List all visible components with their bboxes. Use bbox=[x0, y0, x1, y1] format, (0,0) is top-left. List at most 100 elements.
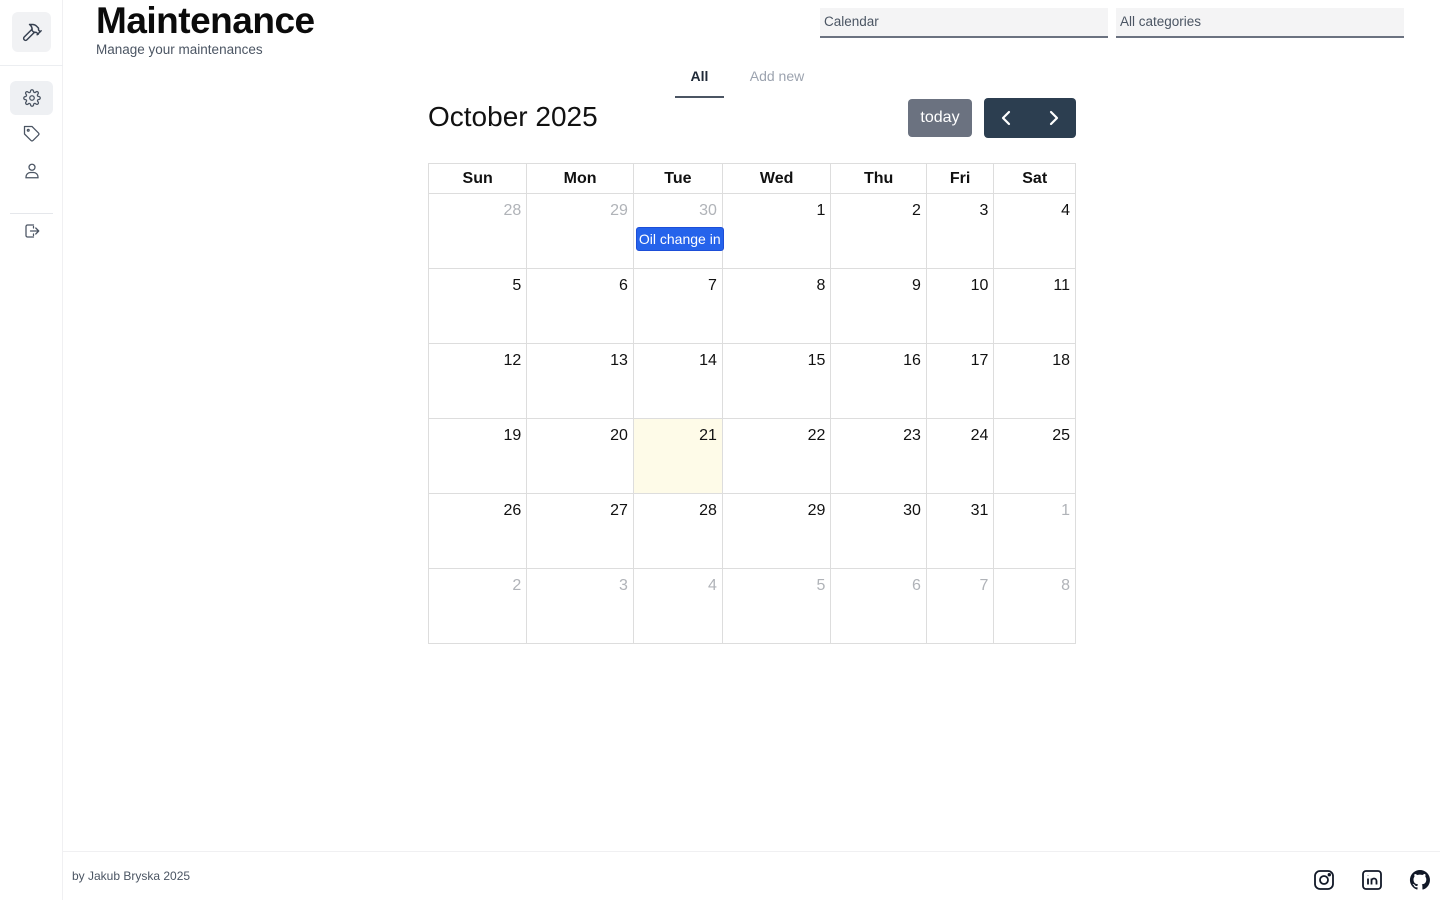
calendar-day[interactable]: 28 bbox=[427, 193, 528, 269]
calendar-day[interactable]: 20 bbox=[526, 418, 634, 494]
sidebar bbox=[0, 0, 63, 900]
calendar-day[interactable]: 22 bbox=[721, 418, 832, 494]
calendar-day[interactable]: 6 bbox=[830, 568, 927, 644]
calendar-day[interactable]: 5 bbox=[721, 568, 832, 644]
instagram-link[interactable] bbox=[1312, 868, 1336, 892]
calendar-day[interactable]: 25 bbox=[993, 418, 1076, 494]
calendar-nav bbox=[984, 98, 1076, 138]
day-number: 28 bbox=[503, 202, 522, 219]
calendar-day[interactable]: 17 bbox=[925, 343, 995, 419]
calendar-day[interactable]: 28 bbox=[632, 493, 723, 569]
today-button[interactable]: today bbox=[908, 99, 972, 137]
calendar-day[interactable]: 9 bbox=[830, 268, 927, 344]
calendar-day[interactable]: 2 bbox=[830, 193, 927, 269]
weekday-header: Wed bbox=[721, 163, 832, 194]
calendar-day[interactable]: 11 bbox=[993, 268, 1076, 344]
calendar-day[interactable]: 29 bbox=[526, 193, 634, 269]
calendar-day[interactable]: 3 bbox=[925, 193, 995, 269]
calendar-day[interactable]: 6 bbox=[526, 268, 634, 344]
day-number: 30 bbox=[903, 502, 921, 519]
tag-icon bbox=[23, 125, 40, 142]
github-link[interactable] bbox=[1408, 868, 1432, 892]
chevron-left-icon bbox=[1001, 110, 1011, 126]
next-month-button[interactable] bbox=[1030, 98, 1076, 138]
calendar-day[interactable]: 29 bbox=[721, 493, 832, 569]
category-select[interactable]: All categories bbox=[1116, 8, 1404, 38]
sidebar-item-profile[interactable] bbox=[10, 154, 53, 188]
page-title: Maintenance bbox=[96, 0, 315, 41]
footer-divider bbox=[63, 851, 1440, 852]
day-number: 8 bbox=[1061, 577, 1070, 594]
calendar-week-row: 12 13 14 15 16 17 18 bbox=[427, 343, 1076, 419]
calendar-day[interactable]: 31 bbox=[925, 493, 995, 569]
sidebar-item-categories[interactable] bbox=[10, 117, 53, 151]
calendar-day[interactable]: 8 bbox=[993, 568, 1076, 644]
day-number: 14 bbox=[699, 352, 717, 369]
prev-month-button[interactable] bbox=[984, 98, 1030, 138]
calendar-day[interactable]: 7 bbox=[632, 268, 723, 344]
weekday-header: Sun bbox=[427, 163, 528, 194]
calendar-day[interactable]: 2 bbox=[427, 568, 528, 644]
calendar-day[interactable]: 7 bbox=[925, 568, 995, 644]
weekday-header: Tue bbox=[632, 163, 723, 194]
day-number: 18 bbox=[1052, 352, 1070, 369]
calendar-day[interactable]: 26 bbox=[427, 493, 528, 569]
weekday-header: Thu bbox=[830, 163, 927, 194]
weekday-header: Sat bbox=[993, 163, 1076, 194]
day-number: 29 bbox=[610, 202, 628, 219]
day-number: 29 bbox=[807, 502, 826, 519]
calendar-day[interactable]: 4 bbox=[632, 568, 723, 644]
sidebar-item-logout[interactable] bbox=[10, 214, 53, 248]
calendar-day[interactable]: 4 bbox=[993, 193, 1076, 269]
day-number: 7 bbox=[707, 277, 717, 294]
calendar-day[interactable]: 24 bbox=[925, 418, 995, 494]
tab-add-new[interactable]: Add new bbox=[742, 68, 812, 98]
day-number: 6 bbox=[911, 577, 921, 594]
tab-all[interactable]: All bbox=[675, 68, 724, 98]
calendar-day[interactable]: 13 bbox=[526, 343, 634, 419]
weekday-header: Mon bbox=[526, 163, 634, 194]
calendar-day[interactable]: 19 bbox=[427, 418, 528, 494]
calendar-day-today[interactable]: 21 bbox=[632, 418, 723, 494]
calendar-day[interactable]: 10 bbox=[925, 268, 995, 344]
calendar-day[interactable]: 5 bbox=[427, 268, 528, 344]
day-number: 4 bbox=[707, 577, 717, 594]
day-number: 27 bbox=[610, 502, 628, 519]
sidebar-item-settings[interactable] bbox=[10, 81, 53, 115]
day-number: 10 bbox=[970, 277, 989, 294]
calendar-day[interactable]: 27 bbox=[526, 493, 634, 569]
calendar-day[interactable]: 14 bbox=[632, 343, 723, 419]
footer-credit: by Jakub Bryska 2025 bbox=[72, 869, 191, 883]
user-icon bbox=[24, 163, 39, 179]
page-subtitle: Manage your maintenances bbox=[96, 42, 263, 57]
calendar-day[interactable]: 1 bbox=[993, 493, 1076, 569]
day-number: 5 bbox=[512, 277, 522, 294]
day-number: 23 bbox=[903, 427, 921, 444]
linkedin-link[interactable] bbox=[1360, 868, 1384, 892]
sidebar-divider bbox=[0, 65, 63, 66]
calendar-select[interactable]: Calendar bbox=[820, 8, 1108, 38]
calendar-day[interactable]: 23 bbox=[830, 418, 927, 494]
calendar-day[interactable]: 18 bbox=[993, 343, 1076, 419]
day-number: 3 bbox=[979, 202, 989, 219]
calendar-day[interactable]: 12 bbox=[427, 343, 528, 419]
calendar-event[interactable]: Oil change in bbox=[635, 227, 724, 251]
day-number: 16 bbox=[903, 352, 921, 369]
calendar-body: 28 29 30 Oil change in 1 2 3 4 5 6 7 8 9 10 11 12 13 14 15… bbox=[427, 193, 1076, 644]
calendar-week-row: 26 27 28 29 30 31 1 bbox=[427, 493, 1076, 569]
calendar-day[interactable]: 8 bbox=[721, 268, 832, 344]
day-number: 19 bbox=[503, 427, 522, 444]
calendar-grid: Sun Mon Tue Wed Thu Fri Sat 28 29 30 Oil change i… bbox=[427, 163, 1076, 644]
calendar-day[interactable]: 30 bbox=[830, 493, 927, 569]
day-number: 12 bbox=[503, 352, 522, 369]
app-logo[interactable] bbox=[12, 12, 51, 52]
day-number: 30 bbox=[699, 202, 717, 219]
calendar-week-row: 2 3 4 5 6 7 8 bbox=[427, 568, 1076, 644]
calendar-day[interactable]: 1 bbox=[721, 193, 832, 269]
calendar-day[interactable]: 3 bbox=[526, 568, 634, 644]
day-number: 31 bbox=[970, 502, 989, 519]
day-number: 2 bbox=[911, 202, 921, 219]
calendar-day[interactable]: 15 bbox=[721, 343, 832, 419]
calendar-day[interactable]: 30 Oil change in bbox=[632, 193, 724, 269]
calendar-day[interactable]: 16 bbox=[830, 343, 927, 419]
